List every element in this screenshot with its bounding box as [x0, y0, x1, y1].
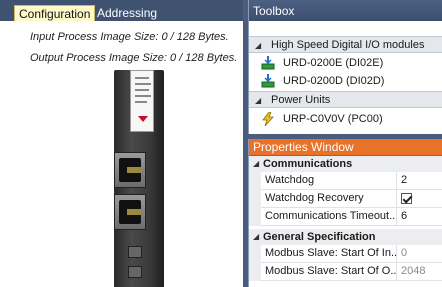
- toolbox-item-urd-0200d[interactable]: URD-0200D (DI02D): [249, 72, 442, 90]
- property-name: Communications Timeout...: [263, 208, 397, 225]
- port-socket: [119, 200, 141, 224]
- toolbox-group-power-units[interactable]: ◢ Power Units: [249, 91, 442, 108]
- label-line: [135, 89, 149, 91]
- label-line: [135, 101, 147, 103]
- port-socket: [119, 158, 141, 182]
- toolbox-item-urd-0200e[interactable]: URD-0200E (DI02E): [249, 54, 442, 72]
- row-gutter: [249, 190, 261, 208]
- toolbox-item-urp-c0v0v[interactable]: URP-C0V0V (PC00): [249, 110, 442, 128]
- tab-configuration[interactable]: Configuration: [14, 5, 96, 21]
- item-label: URP-C0V0V (PC00): [283, 113, 383, 125]
- toolbox-group-digital-io[interactable]: ◢ High Speed Digital I/O modules: [249, 36, 442, 53]
- configuration-pane: Configuration Addressing Input Process I…: [0, 0, 243, 287]
- watchdog-recovery-checkbox[interactable]: [401, 193, 412, 204]
- property-value-readonly: 0: [401, 247, 408, 259]
- power-connector: [128, 246, 142, 258]
- item-label: URD-0200E (DI02E): [283, 57, 384, 69]
- property-name: Watchdog: [263, 172, 397, 189]
- category-general-specification[interactable]: ◢ General Specification: [249, 229, 442, 245]
- tab-addressing[interactable]: Addressing: [93, 5, 161, 21]
- input-process-image-size: Input Process Image Size: 0 / 128 Bytes.: [30, 31, 229, 43]
- label-line: [135, 83, 151, 85]
- output-process-image-size: Output Process Image Size: 0 / 128 Bytes…: [30, 52, 238, 64]
- coupler-device-image[interactable]: [114, 70, 164, 287]
- row-gutter: [249, 172, 261, 190]
- property-value-input[interactable]: 2: [401, 172, 441, 189]
- power-connector: [128, 266, 142, 278]
- collapse-triangle-icon[interactable]: ◢: [255, 92, 261, 109]
- property-row-modbus-start-input[interactable]: Modbus Slave: Start Of In... 0: [249, 245, 442, 263]
- group-label: High Speed Digital I/O modules: [271, 39, 425, 51]
- label-line: [135, 95, 151, 97]
- row-gutter: [249, 245, 261, 263]
- toolbox-panel: Toolbox ◢ High Speed Digital I/O modules…: [248, 0, 442, 134]
- tab-strip: Configuration Addressing: [0, 0, 243, 21]
- digital-io-module-icon: [261, 74, 275, 88]
- device-label-panel: [130, 70, 154, 132]
- properties-panel: Properties Window ◢ Communications Watch…: [248, 139, 442, 287]
- property-row-watchdog-recovery[interactable]: Watchdog Recovery: [249, 190, 442, 208]
- property-row-watchdog[interactable]: Watchdog 2: [249, 172, 442, 190]
- brand-logo-icon: [138, 116, 148, 122]
- collapse-triangle-icon[interactable]: ◢: [255, 37, 261, 54]
- property-row-modbus-start-output[interactable]: Modbus Slave: Start Of O... 2048: [249, 263, 442, 281]
- property-name: Modbus Slave: Start Of In...: [263, 245, 397, 262]
- label-line: [135, 77, 149, 79]
- toolbox-title: Toolbox: [249, 0, 442, 21]
- properties-title: Properties Window: [249, 139, 442, 156]
- category-label: General Specification: [263, 231, 376, 243]
- collapse-triangle-icon[interactable]: ◢: [253, 229, 259, 245]
- property-value-readonly: 2048: [401, 265, 426, 277]
- item-label: URD-0200D (DI02D): [283, 75, 385, 87]
- ethernet-port-1: [114, 152, 146, 188]
- row-gutter: [249, 208, 261, 226]
- property-name: Modbus Slave: Start Of O...: [263, 263, 397, 280]
- category-communications[interactable]: ◢ Communications: [249, 156, 442, 172]
- group-label: Power Units: [271, 94, 331, 106]
- ethernet-port-2: [114, 194, 146, 230]
- port-pins: [127, 167, 141, 173]
- row-gutter: [249, 263, 261, 281]
- digital-io-module-icon: [261, 56, 275, 70]
- collapse-triangle-icon[interactable]: ◢: [253, 156, 259, 172]
- property-value-input[interactable]: 6: [401, 208, 441, 225]
- power-unit-icon: [262, 112, 274, 126]
- property-row-communications-timeout[interactable]: Communications Timeout... 6: [249, 208, 442, 226]
- property-name: Watchdog Recovery: [263, 190, 397, 207]
- category-label: Communications: [263, 158, 353, 170]
- port-pins: [127, 209, 141, 215]
